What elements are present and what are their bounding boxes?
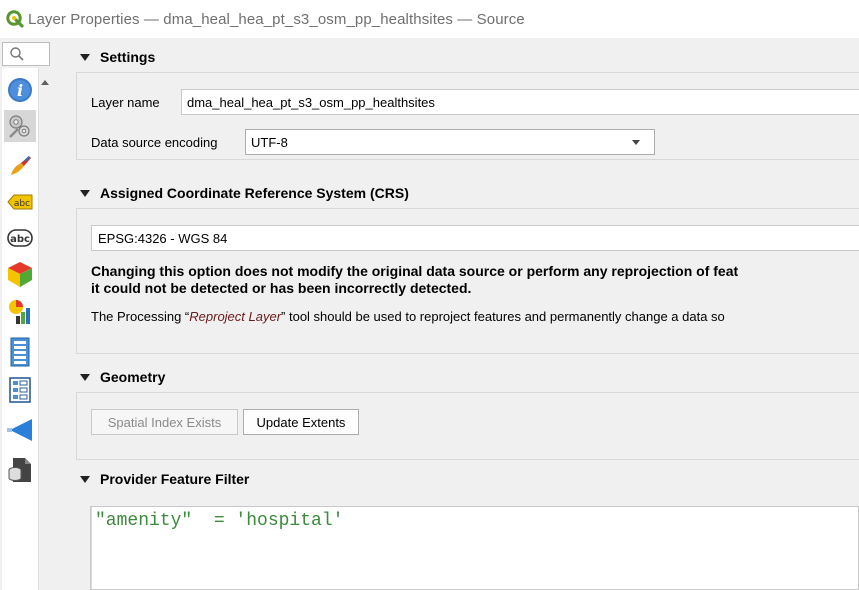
sidebar-item-joins[interactable] bbox=[4, 414, 36, 446]
svg-text:abc: abc bbox=[14, 199, 30, 209]
sidebar-item-source[interactable] bbox=[4, 110, 36, 142]
join-icon bbox=[7, 419, 32, 441]
collapse-triangle-icon bbox=[80, 189, 90, 197]
geometry-title: Geometry bbox=[100, 369, 166, 385]
crs-group: EPSG:4326 - WGS 84 Changing this option … bbox=[76, 208, 859, 354]
title-bar: Layer Properties — dma_heal_hea_pt_s3_os… bbox=[0, 0, 859, 38]
paintbrush-icon bbox=[11, 156, 31, 175]
collapse-triangle-icon bbox=[80, 373, 90, 381]
form-icon bbox=[9, 377, 31, 403]
storage-icon bbox=[8, 458, 31, 482]
encoding-select[interactable]: UTF-8 bbox=[245, 129, 655, 155]
svg-text:i: i bbox=[17, 81, 23, 100]
crs-title: Assigned Coordinate Reference System (CR… bbox=[100, 185, 409, 201]
sidebar-item-labels[interactable]: abc bbox=[4, 186, 36, 218]
window-title: Layer Properties — dma_heal_hea_pt_s3_os… bbox=[28, 10, 525, 28]
sidebar: i abc abc bbox=[0, 38, 52, 590]
crs-warning-line1: Changing this option does not modify the… bbox=[91, 263, 739, 279]
collapse-triangle-icon bbox=[80, 53, 90, 61]
crs-section-header[interactable]: Assigned Coordinate Reference System (CR… bbox=[76, 182, 409, 204]
collapse-triangle-icon bbox=[80, 475, 90, 483]
labels-abc-icon: abc bbox=[7, 194, 33, 210]
sidebar-item-auxiliary-storage[interactable] bbox=[4, 454, 36, 486]
sidebar-item-fields[interactable] bbox=[4, 336, 36, 368]
encoding-value: UTF-8 bbox=[251, 134, 288, 150]
sidebar-item-attributes-form[interactable] bbox=[4, 374, 36, 406]
fields-icon bbox=[10, 337, 30, 367]
note-suffix: ” tool should be used to reproject featu… bbox=[281, 309, 725, 324]
sidebar-item-3d-view[interactable] bbox=[4, 258, 36, 290]
search-icon bbox=[10, 47, 24, 61]
filter-section-header[interactable]: Provider Feature Filter bbox=[76, 468, 249, 490]
crs-note: The Processing “Reproject Layer” tool sh… bbox=[91, 309, 725, 324]
info-icon: i bbox=[8, 78, 32, 102]
filter-title: Provider Feature Filter bbox=[100, 471, 250, 487]
search-input[interactable] bbox=[2, 42, 50, 66]
sidebar-icon-list: i abc abc bbox=[2, 68, 38, 590]
settings-title: Settings bbox=[100, 49, 156, 65]
chevron-down-icon bbox=[632, 140, 640, 145]
encoding-label: Data source encoding bbox=[91, 135, 218, 150]
cube-icon bbox=[8, 262, 32, 287]
filter-expression-editor[interactable]: "amenity" = 'hospital' bbox=[90, 506, 859, 590]
sidebar-scrollbar[interactable] bbox=[38, 68, 50, 590]
reproject-layer-link: Reproject Layer bbox=[189, 309, 282, 324]
sidebar-item-symbology[interactable] bbox=[4, 150, 36, 182]
editor-gutter bbox=[91, 507, 92, 589]
wrench-gear-icon bbox=[9, 115, 30, 138]
diagram-icon bbox=[9, 300, 30, 324]
mask-abc-icon: abc bbox=[7, 229, 33, 247]
qgis-logo-icon bbox=[6, 10, 24, 28]
settings-group: Layer name dma_heal_hea_pt_s3_osm_pp_hea… bbox=[76, 72, 859, 160]
layer-name-input[interactable]: dma_heal_hea_pt_s3_osm_pp_healthsites bbox=[181, 89, 859, 115]
update-extents-button[interactable]: Update Extents bbox=[243, 409, 359, 435]
source-panel: Settings Layer name dma_heal_hea_pt_s3_o… bbox=[66, 38, 859, 590]
note-prefix: The Processing “ bbox=[91, 309, 190, 324]
splitter[interactable] bbox=[52, 38, 66, 590]
scroll-up-arrow-icon[interactable] bbox=[41, 80, 49, 85]
spatial-index-button[interactable]: Spatial Index Exists bbox=[91, 409, 238, 435]
sidebar-item-information[interactable]: i bbox=[4, 74, 36, 106]
settings-section-header[interactable]: Settings bbox=[76, 46, 155, 68]
crs-selector[interactable]: EPSG:4326 - WGS 84 bbox=[91, 225, 859, 251]
crs-warning-line2: it could not be detected or has been inc… bbox=[91, 280, 472, 296]
geometry-group: Spatial Index Exists Update Extents bbox=[76, 392, 859, 460]
svg-text:abc: abc bbox=[10, 234, 30, 245]
filter-expression: "amenity" = 'hospital' bbox=[95, 511, 344, 531]
geometry-section-header[interactable]: Geometry bbox=[76, 366, 165, 388]
sidebar-item-diagrams[interactable] bbox=[4, 296, 36, 328]
sidebar-item-masks[interactable]: abc bbox=[4, 222, 36, 254]
layer-name-label: Layer name bbox=[91, 95, 160, 110]
